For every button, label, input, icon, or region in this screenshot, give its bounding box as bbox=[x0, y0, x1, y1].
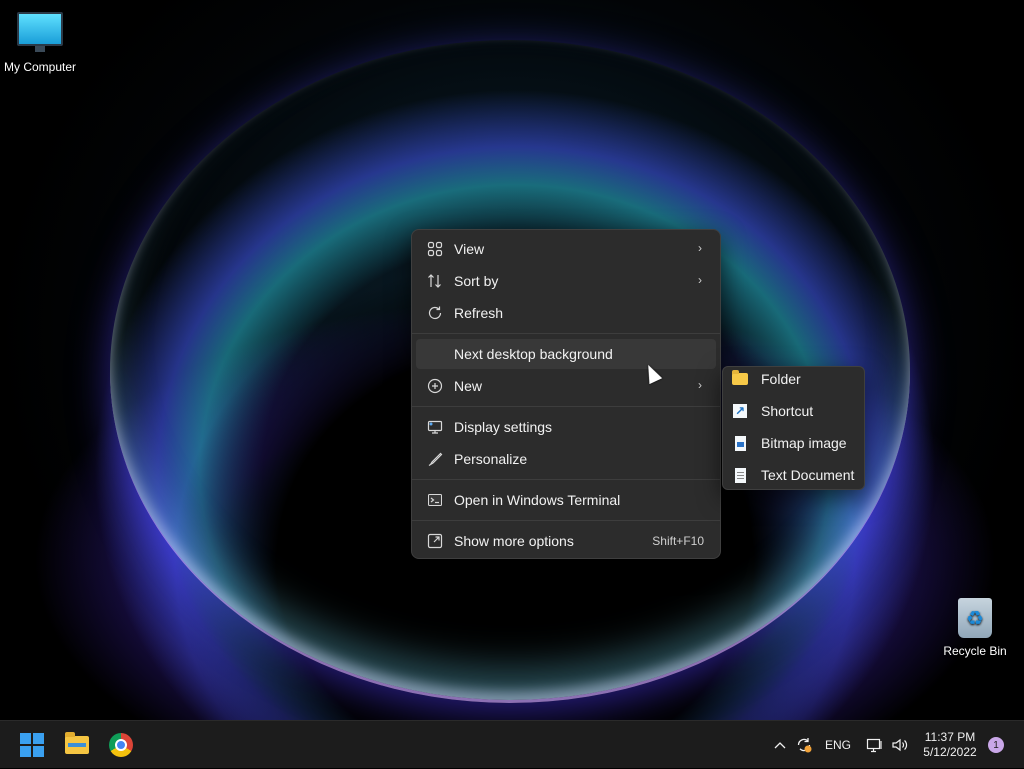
menu-item-label: Personalize bbox=[454, 451, 528, 467]
show-hidden-icons-button[interactable] bbox=[770, 721, 790, 769]
sort-icon bbox=[426, 272, 444, 290]
chrome-icon bbox=[109, 733, 133, 757]
menu-separator bbox=[412, 479, 720, 480]
notification-center-button[interactable]: 1 bbox=[986, 721, 1006, 769]
chevron-right-icon: › bbox=[698, 241, 702, 255]
sync-warning-icon bbox=[797, 738, 812, 753]
menu-separator bbox=[412, 333, 720, 334]
desktop-context-menu: View › Sort by › Refresh Next desktop ba… bbox=[411, 229, 721, 559]
desktop-icon-my-computer[interactable]: My Computer bbox=[0, 12, 80, 74]
submenu-item-label: Folder bbox=[761, 371, 801, 387]
menu-item-label: New bbox=[454, 378, 483, 394]
brush-icon bbox=[426, 450, 444, 468]
menu-item-sort-by[interactable]: Sort by › bbox=[416, 266, 716, 296]
network-button[interactable] bbox=[864, 721, 886, 769]
taskbar: ENG 11:37 PM 5/12/2022 1 bbox=[0, 720, 1024, 768]
keyboard-shortcut: Shift+F10 bbox=[652, 534, 704, 548]
terminal-icon bbox=[426, 491, 444, 509]
input-language-button[interactable]: ENG bbox=[822, 721, 854, 769]
chevron-right-icon: › bbox=[698, 273, 702, 287]
recycle-bin-icon: ♻ bbox=[958, 598, 992, 638]
shortcut-icon: ↗ bbox=[733, 404, 747, 418]
windows-logo-icon bbox=[20, 733, 44, 757]
menu-item-label: Sort by bbox=[454, 273, 499, 289]
sync-status-button[interactable] bbox=[792, 721, 816, 769]
submenu-item-label: Bitmap image bbox=[761, 435, 847, 451]
new-submenu: Folder ↗ Shortcut Bitmap image Text Docu… bbox=[722, 366, 865, 490]
desktop[interactable]: My Computer ♻ Recycle Bin View › Sort by… bbox=[0, 0, 1024, 720]
menu-item-label: Show more options bbox=[454, 533, 574, 549]
plus-circle-icon bbox=[426, 377, 444, 395]
menu-item-label: Display settings bbox=[454, 419, 553, 435]
language-indicator: ENG bbox=[824, 738, 851, 752]
menu-item-new[interactable]: New › bbox=[416, 371, 716, 401]
desktop-icon-label: My Computer bbox=[3, 60, 77, 74]
expand-icon bbox=[426, 532, 444, 550]
text-document-icon bbox=[731, 466, 749, 484]
computer-icon bbox=[17, 12, 63, 52]
submenu-item-shortcut[interactable]: ↗ Shortcut bbox=[725, 396, 862, 426]
desktop-icon-recycle-bin[interactable]: ♻ Recycle Bin bbox=[935, 598, 1015, 658]
clock-button[interactable]: 11:37 PM 5/12/2022 bbox=[916, 721, 984, 769]
menu-item-refresh[interactable]: Refresh bbox=[416, 298, 716, 328]
volume-button[interactable] bbox=[889, 721, 911, 769]
submenu-item-bitmap-image[interactable]: Bitmap image bbox=[725, 428, 862, 458]
menu-item-open-terminal[interactable]: Open in Windows Terminal bbox=[416, 485, 716, 515]
menu-item-next-desktop-background[interactable]: Next desktop background bbox=[416, 339, 716, 369]
notification-badge: 1 bbox=[988, 737, 1004, 753]
start-button[interactable] bbox=[16, 729, 48, 761]
menu-item-label: Open in Windows Terminal bbox=[454, 492, 621, 508]
menu-item-personalize[interactable]: Personalize bbox=[416, 444, 716, 474]
submenu-item-folder[interactable]: Folder bbox=[725, 364, 862, 394]
menu-item-label: View bbox=[454, 241, 485, 257]
taskbar-file-explorer[interactable] bbox=[61, 729, 93, 761]
file-explorer-icon bbox=[65, 732, 89, 754]
menu-separator bbox=[412, 406, 720, 407]
folder-icon bbox=[731, 370, 749, 388]
menu-item-display-settings[interactable]: Display settings bbox=[416, 412, 716, 442]
grid-icon bbox=[426, 240, 444, 258]
network-icon bbox=[866, 738, 882, 753]
clock-date: 5/12/2022 bbox=[923, 745, 977, 759]
bitmap-icon bbox=[731, 434, 749, 452]
menu-separator bbox=[412, 520, 720, 521]
submenu-item-label: Text Document bbox=[761, 467, 855, 483]
submenu-item-label: Shortcut bbox=[761, 403, 814, 419]
menu-item-show-more-options[interactable]: Show more options Shift+F10 bbox=[416, 526, 716, 556]
refresh-icon bbox=[426, 304, 444, 322]
menu-item-label: Next desktop background bbox=[454, 346, 613, 362]
clock-time: 11:37 PM bbox=[924, 730, 976, 744]
menu-item-label: Refresh bbox=[454, 305, 504, 321]
volume-icon bbox=[892, 738, 908, 752]
chevron-right-icon: › bbox=[698, 378, 702, 392]
taskbar-chrome[interactable] bbox=[105, 729, 137, 761]
display-icon bbox=[426, 418, 444, 436]
menu-item-view[interactable]: View › bbox=[416, 234, 716, 264]
desktop-icon-label: Recycle Bin bbox=[943, 644, 1007, 658]
submenu-item-text-document[interactable]: Text Document bbox=[725, 460, 862, 490]
chevron-up-icon bbox=[774, 742, 786, 749]
